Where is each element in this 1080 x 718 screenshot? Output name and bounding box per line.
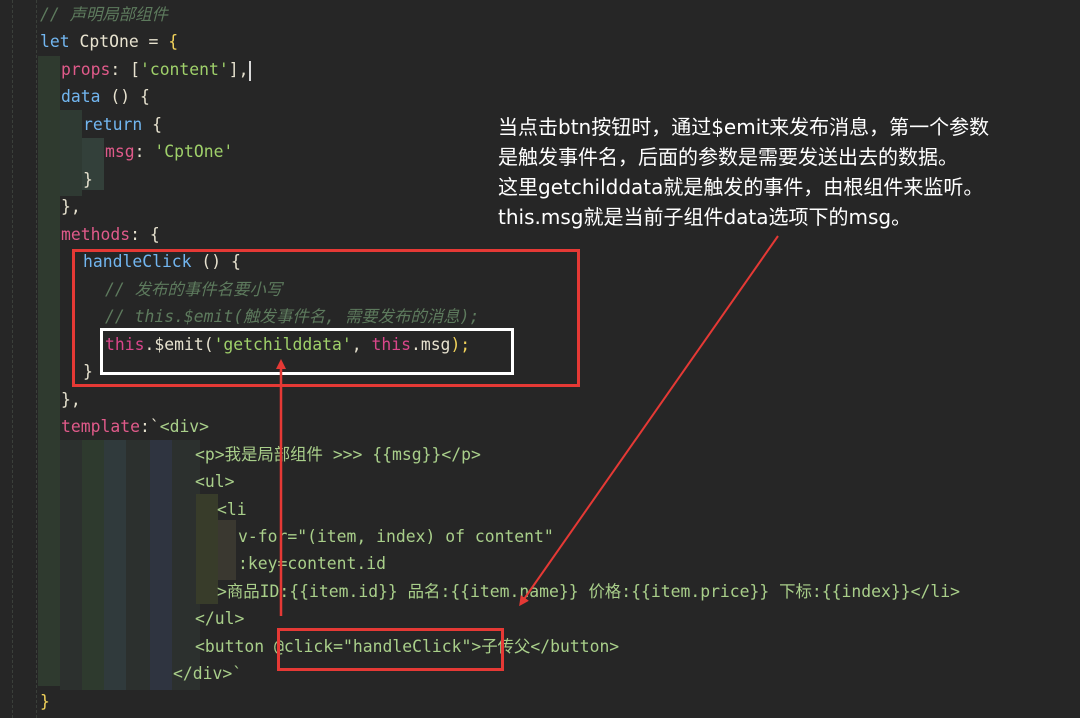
annotation-arrows xyxy=(276,235,779,616)
arrow-down xyxy=(519,235,779,607)
annotation-text: 当点击btn按钮时，通过$emit来发布消息，第一个参数 是触发事件名，后面的参… xyxy=(498,112,1078,232)
annotation-line-2: 是触发事件名，后面的参数是需要发送出去的数据。 xyxy=(498,145,958,169)
annotation-line-4: this.msg就是当前子组件data选项下的msg。 xyxy=(498,205,912,229)
annotation-line-1: 当点击btn按钮时，通过$emit来发布消息，第一个参数 xyxy=(498,115,990,139)
annotation-line-3: 这里getchilddata就是触发的事件，由根组件来监听。 xyxy=(498,175,984,199)
